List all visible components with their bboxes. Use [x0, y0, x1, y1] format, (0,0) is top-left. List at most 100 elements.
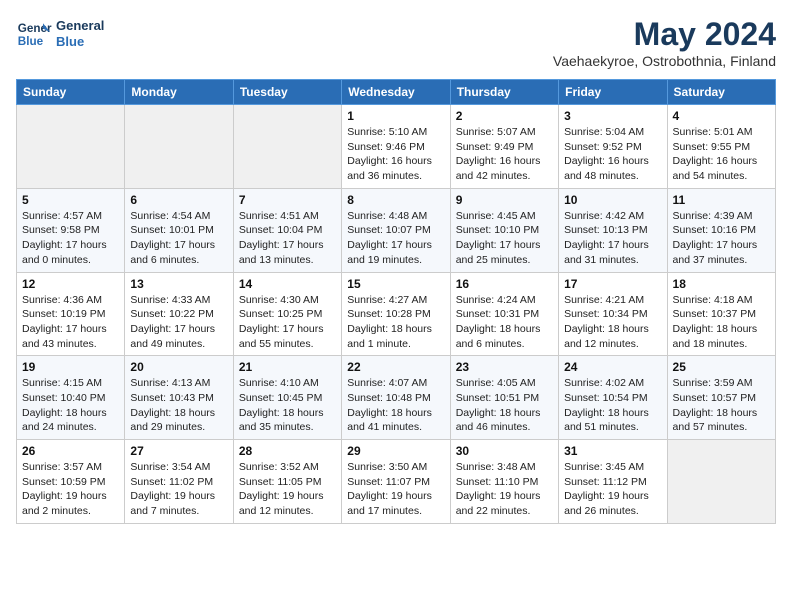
calendar-cell: 5 Sunrise: 4:57 AM Sunset: 9:58 PM Daylig… [17, 188, 125, 272]
day-number: 30 [456, 444, 553, 458]
day-info: Sunrise: 4:39 AM Sunset: 10:16 PM Daylig… [673, 209, 770, 268]
calendar-cell: 25 Sunrise: 3:59 AM Sunset: 10:57 PM Dayl… [667, 356, 775, 440]
week-row-1: 1Sunrise: 5:10 AM Sunset: 9:46 PM Daylig… [17, 105, 776, 189]
calendar-cell: 12 Sunrise: 4:36 AM Sunset: 10:19 PM Dayl… [17, 272, 125, 356]
calendar-cell: 6 Sunrise: 4:54 AM Sunset: 10:01 PM Dayli… [125, 188, 233, 272]
day-info: Sunrise: 4:42 AM Sunset: 10:13 PM Daylig… [564, 209, 661, 268]
calendar-cell: 30 Sunrise: 3:48 AM Sunset: 11:10 PM Dayl… [450, 440, 558, 524]
day-info: Sunrise: 5:10 AM Sunset: 9:46 PM Dayligh… [347, 125, 444, 184]
day-number: 14 [239, 277, 336, 291]
day-number: 24 [564, 360, 661, 374]
day-number: 11 [673, 193, 770, 207]
day-number: 12 [22, 277, 119, 291]
calendar-cell: 18 Sunrise: 4:18 AM Sunset: 10:37 PM Dayl… [667, 272, 775, 356]
week-row-5: 26 Sunrise: 3:57 AM Sunset: 10:59 PM Dayl… [17, 440, 776, 524]
day-number: 25 [673, 360, 770, 374]
day-number: 9 [456, 193, 553, 207]
day-info: Sunrise: 4:57 AM Sunset: 9:58 PM Dayligh… [22, 209, 119, 268]
day-number: 31 [564, 444, 661, 458]
day-info: Sunrise: 4:36 AM Sunset: 10:19 PM Daylig… [22, 293, 119, 352]
calendar-cell: 4 Sunrise: 5:01 AM Sunset: 9:55 PM Daylig… [667, 105, 775, 189]
day-info: Sunrise: 4:05 AM Sunset: 10:51 PM Daylig… [456, 376, 553, 435]
day-number: 20 [130, 360, 227, 374]
day-number: 27 [130, 444, 227, 458]
day-number: 13 [130, 277, 227, 291]
day-number: 8 [347, 193, 444, 207]
column-header-wednesday: Wednesday [342, 80, 450, 105]
calendar-cell: 11 Sunrise: 4:39 AM Sunset: 10:16 PM Dayl… [667, 188, 775, 272]
calendar-cell: 9 Sunrise: 4:45 AM Sunset: 10:10 PM Dayli… [450, 188, 558, 272]
calendar-cell: 8 Sunrise: 4:48 AM Sunset: 10:07 PM Dayli… [342, 188, 450, 272]
calendar-cell: 21 Sunrise: 4:10 AM Sunset: 10:45 PM Dayl… [233, 356, 341, 440]
day-info: Sunrise: 3:57 AM Sunset: 10:59 PM Daylig… [22, 460, 119, 519]
calendar-cell [233, 105, 341, 189]
day-number: 3 [564, 109, 661, 123]
day-number: 4 [673, 109, 770, 123]
column-header-saturday: Saturday [667, 80, 775, 105]
day-number: 17 [564, 277, 661, 291]
day-number: 15 [347, 277, 444, 291]
calendar-cell: 23 Sunrise: 4:05 AM Sunset: 10:51 PM Dayl… [450, 356, 558, 440]
day-info: Sunrise: 3:50 AM Sunset: 11:07 PM Daylig… [347, 460, 444, 519]
calendar-cell: 28Sunrise: 3:52 AM Sunset: 11:05 PM Dayl… [233, 440, 341, 524]
day-info: Sunrise: 4:54 AM Sunset: 10:01 PM Daylig… [130, 209, 227, 268]
week-row-2: 5 Sunrise: 4:57 AM Sunset: 9:58 PM Daylig… [17, 188, 776, 272]
calendar-cell: 29 Sunrise: 3:50 AM Sunset: 11:07 PM Dayl… [342, 440, 450, 524]
day-info: Sunrise: 4:21 AM Sunset: 10:34 PM Daylig… [564, 293, 661, 352]
calendar-cell: 17 Sunrise: 4:21 AM Sunset: 10:34 PM Dayl… [559, 272, 667, 356]
day-number: 5 [22, 193, 119, 207]
day-number: 2 [456, 109, 553, 123]
day-info: Sunrise: 4:15 AM Sunset: 10:40 PM Daylig… [22, 376, 119, 435]
day-number: 6 [130, 193, 227, 207]
calendar-cell: 14 Sunrise: 4:30 AM Sunset: 10:25 PM Dayl… [233, 272, 341, 356]
day-info: Sunrise: 4:13 AM Sunset: 10:43 PM Daylig… [130, 376, 227, 435]
day-number: 21 [239, 360, 336, 374]
calendar-body: 1Sunrise: 5:10 AM Sunset: 9:46 PM Daylig… [17, 105, 776, 524]
day-info: Sunrise: 4:10 AM Sunset: 10:45 PM Daylig… [239, 376, 336, 435]
logo-line1: General [56, 18, 104, 34]
day-info: Sunrise: 5:01 AM Sunset: 9:55 PM Dayligh… [673, 125, 770, 184]
day-info: Sunrise: 5:04 AM Sunset: 9:52 PM Dayligh… [564, 125, 661, 184]
day-info: Sunrise: 4:48 AM Sunset: 10:07 PM Daylig… [347, 209, 444, 268]
day-info: Sunrise: 3:45 AM Sunset: 11:12 PM Daylig… [564, 460, 661, 519]
day-number: 19 [22, 360, 119, 374]
calendar-cell: 19 Sunrise: 4:15 AM Sunset: 10:40 PM Dayl… [17, 356, 125, 440]
day-info: Sunrise: 4:18 AM Sunset: 10:37 PM Daylig… [673, 293, 770, 352]
day-info: Sunrise: 3:54 AM Sunset: 11:02 PM Daylig… [130, 460, 227, 519]
page-header: General Blue General Blue May 2024 Vaeha… [16, 16, 776, 69]
column-header-sunday: Sunday [17, 80, 125, 105]
subtitle: Vaehaekyroe, Ostrobothnia, Finland [553, 53, 776, 69]
calendar-cell: 10 Sunrise: 4:42 AM Sunset: 10:13 PM Dayl… [559, 188, 667, 272]
day-number: 22 [347, 360, 444, 374]
calendar-cell: 27 Sunrise: 3:54 AM Sunset: 11:02 PM Dayl… [125, 440, 233, 524]
calendar-cell: 3 Sunrise: 5:04 AM Sunset: 9:52 PM Daylig… [559, 105, 667, 189]
day-number: 23 [456, 360, 553, 374]
calendar-cell: 26 Sunrise: 3:57 AM Sunset: 10:59 PM Dayl… [17, 440, 125, 524]
calendar-cell: 15 Sunrise: 4:27 AM Sunset: 10:28 PM Dayl… [342, 272, 450, 356]
day-info: Sunrise: 5:07 AM Sunset: 9:49 PM Dayligh… [456, 125, 553, 184]
calendar-cell: 24Sunrise: 4:02 AM Sunset: 10:54 PM Dayl… [559, 356, 667, 440]
day-number: 29 [347, 444, 444, 458]
day-info: Sunrise: 4:51 AM Sunset: 10:04 PM Daylig… [239, 209, 336, 268]
calendar-cell: 16Sunrise: 4:24 AM Sunset: 10:31 PM Dayl… [450, 272, 558, 356]
title-block: May 2024 Vaehaekyroe, Ostrobothnia, Finl… [553, 16, 776, 69]
logo-icon: General Blue [16, 16, 52, 52]
calendar-cell: 31 Sunrise: 3:45 AM Sunset: 11:12 PM Dayl… [559, 440, 667, 524]
day-number: 7 [239, 193, 336, 207]
day-info: Sunrise: 3:48 AM Sunset: 11:10 PM Daylig… [456, 460, 553, 519]
day-number: 18 [673, 277, 770, 291]
week-row-4: 19 Sunrise: 4:15 AM Sunset: 10:40 PM Dayl… [17, 356, 776, 440]
day-info: Sunrise: 4:30 AM Sunset: 10:25 PM Daylig… [239, 293, 336, 352]
day-info: Sunrise: 4:24 AM Sunset: 10:31 PM Daylig… [456, 293, 553, 352]
day-info: Sunrise: 3:59 AM Sunset: 10:57 PM Daylig… [673, 376, 770, 435]
column-header-friday: Friday [559, 80, 667, 105]
day-info: Sunrise: 4:33 AM Sunset: 10:22 PM Daylig… [130, 293, 227, 352]
calendar-cell: 2 Sunrise: 5:07 AM Sunset: 9:49 PM Daylig… [450, 105, 558, 189]
calendar-table: SundayMondayTuesdayWednesdayThursdayFrid… [16, 79, 776, 524]
day-info: Sunrise: 4:45 AM Sunset: 10:10 PM Daylig… [456, 209, 553, 268]
day-info: Sunrise: 4:27 AM Sunset: 10:28 PM Daylig… [347, 293, 444, 352]
column-header-tuesday: Tuesday [233, 80, 341, 105]
day-number: 26 [22, 444, 119, 458]
day-number: 10 [564, 193, 661, 207]
day-number: 28 [239, 444, 336, 458]
